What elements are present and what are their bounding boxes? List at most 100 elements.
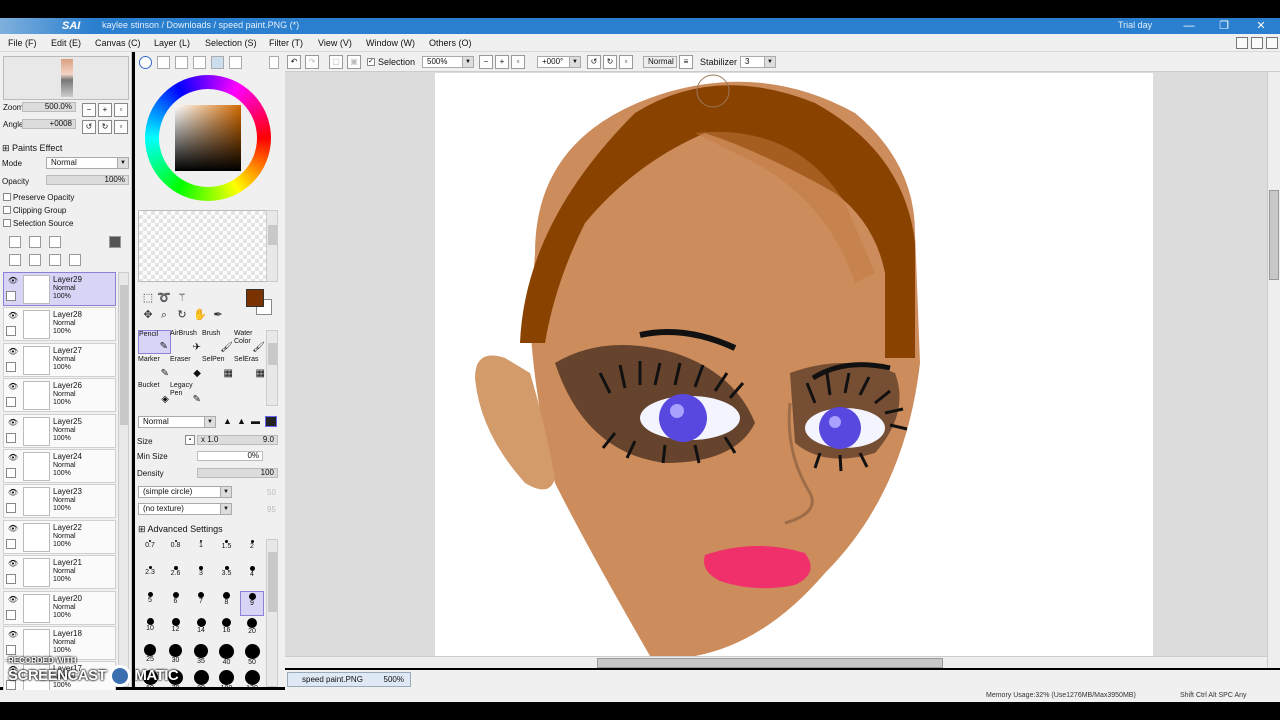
brush-size-preset[interactable]: 14 [189, 617, 213, 642]
density-slider[interactable]: 100 [197, 468, 278, 478]
magic-wand-icon[interactable]: ⚚ [175, 291, 189, 305]
paints-effect-header[interactable]: ⊞ Paints Effect [2, 143, 62, 154]
navigator-preview[interactable] [3, 56, 129, 100]
lock-icon[interactable] [6, 326, 16, 337]
layer-row[interactable]: 👁 Layer20 Normal 100% [3, 590, 116, 625]
canvas-vertical-scrollbar[interactable] [1267, 72, 1280, 668]
menu-window[interactable]: Window (W) [366, 38, 415, 48]
maximize-button[interactable]: ❐ [1209, 18, 1239, 34]
brush-size-preset[interactable]: 0.8 [164, 539, 188, 564]
rotate-left-button[interactable]: ↺ [82, 120, 96, 134]
rotate-reset-button[interactable]: ▫ [114, 120, 128, 134]
scratchpad-tab-icon[interactable] [229, 56, 242, 69]
document-tab[interactable]: speed paint.PNG 500% [287, 672, 411, 687]
menu-view[interactable]: View (V) [318, 38, 352, 48]
zoom-slider[interactable]: 500.0% [22, 102, 76, 112]
brush-size-preset[interactable]: 100 [215, 669, 239, 687]
lasso-icon[interactable]: ➰ [157, 291, 171, 305]
selection-visible-checkbox[interactable]: ✓ [367, 58, 375, 66]
collapse-arrow-icon[interactable] [269, 56, 279, 69]
layer-row[interactable]: 👁 Layer25 Normal 100% [3, 413, 116, 448]
brush-size-preset[interactable]: 50 [240, 643, 264, 668]
brush-size-preset[interactable]: 20 [240, 617, 264, 642]
hand-icon[interactable]: ✋ [193, 308, 207, 322]
layer-list-scrollbar[interactable] [118, 272, 129, 687]
undo-button[interactable]: ↶ [287, 55, 301, 69]
brush-size-preset[interactable]: 2 [240, 539, 264, 564]
saturation-value-square[interactable] [175, 105, 241, 171]
layer-row[interactable]: 👁 Layer26 Normal 100% [3, 378, 116, 413]
brush-size-preset[interactable]: 8 [215, 591, 239, 616]
clear-layer-icon[interactable] [49, 254, 61, 266]
brush-blend-select[interactable]: Normal ▼ [138, 416, 216, 428]
layer-list-scroll-thumb[interactable] [120, 285, 128, 425]
brush-size-preset[interactable]: 9 [240, 591, 264, 616]
scratchpad-scroll-thumb[interactable] [268, 225, 277, 245]
selection-source-checkbox[interactable] [3, 219, 11, 227]
merge-down-icon[interactable] [29, 254, 41, 266]
brush-tool-legacy-pen[interactable]: Legacy Pen ✎ [170, 382, 203, 406]
color-palette-tab-icon[interactable] [193, 56, 206, 69]
lock-icon[interactable] [6, 432, 16, 443]
lock-icon[interactable] [6, 538, 16, 549]
brush-edge-square-icon[interactable] [265, 416, 277, 427]
brush-grid-scrollbar[interactable] [266, 330, 278, 406]
brush-size-preset[interactable]: 5 [138, 591, 162, 616]
eye-icon[interactable]: 👁 [6, 630, 20, 640]
new-layer-icon[interactable] [9, 236, 21, 248]
angle-slider[interactable]: +0008 [22, 119, 76, 129]
brush-tool-airbrush[interactable]: AirBrush ✈ [170, 330, 203, 354]
lock-icon[interactable] [6, 574, 16, 585]
layer-row[interactable]: 👁 Layer23 Normal 100% [3, 484, 116, 519]
brush-grid-scroll-thumb[interactable] [268, 343, 277, 365]
canvas-blend-select[interactable]: Normal [643, 56, 677, 68]
menu-filter[interactable]: Filter (T) [269, 38, 303, 48]
new-linework-layer-icon[interactable] [29, 236, 41, 248]
brush-size-preset[interactable]: 0.7 [138, 539, 162, 564]
canvas-vertical-scroll-thumb[interactable] [1269, 190, 1279, 280]
brush-edge-soft-icon[interactable]: ▲ [223, 416, 232, 426]
toolbar-zoom-in-button[interactable]: + [495, 55, 509, 69]
scratchpad[interactable] [138, 210, 271, 282]
brush-size-preset[interactable]: 12 [164, 617, 188, 642]
brush-size-preset[interactable]: 120 [240, 669, 264, 687]
eye-icon[interactable]: 👁 [6, 418, 20, 428]
zoom-select[interactable]: 500% ▼ [422, 56, 474, 68]
color-wheel[interactable] [145, 75, 271, 201]
zoom-in-button[interactable]: + [98, 103, 112, 117]
mdi-restore-button[interactable] [1251, 37, 1263, 49]
brush-size-scrollbar[interactable] [266, 539, 278, 687]
brush-tool-seleras[interactable]: SelEras ▦ [234, 356, 267, 380]
preserve-opacity-checkbox[interactable] [3, 193, 11, 201]
brush-size-preset[interactable]: 2.3 [138, 565, 162, 590]
brush-size-preset[interactable]: 6 [164, 591, 188, 616]
lock-icon[interactable] [6, 645, 16, 655]
hsv-sliders-tab-icon[interactable] [175, 56, 188, 69]
brush-size-preset[interactable]: 40 [215, 643, 239, 668]
eye-icon[interactable]: 👁 [6, 559, 20, 569]
eyedropper-icon[interactable]: ✒ [211, 308, 225, 322]
size-slider[interactable]: x 1.0 9.0 [197, 435, 278, 445]
layer-row[interactable]: 👁 Layer27 Normal 100% [3, 342, 116, 377]
lock-icon[interactable] [6, 397, 16, 408]
eye-icon[interactable]: 👁 [6, 311, 20, 321]
brush-shape-buttons[interactable]: ▲ ▲ ▬ [221, 416, 278, 428]
brush-tool-pencil[interactable]: Pencil ✎ [138, 330, 171, 354]
brush-tool-marker[interactable]: Marker ✎ [138, 356, 171, 380]
move-icon[interactable]: ✥ [141, 308, 155, 322]
eye-icon[interactable]: 👁 [6, 276, 20, 286]
size-range-button[interactable]: ▪ [185, 435, 195, 445]
flip-view-button[interactable]: ≡ [679, 55, 693, 69]
angle-select[interactable]: +000° ▼ [537, 56, 581, 68]
layer-row[interactable]: 👁 Layer21 Normal 100% [3, 555, 116, 590]
rect-select-icon[interactable]: ⬚ [141, 291, 155, 305]
swatches-tab-icon[interactable] [211, 56, 224, 69]
eye-icon[interactable]: 👁 [6, 595, 20, 605]
minimize-button[interactable]: — [1174, 18, 1204, 34]
primary-color-swatch[interactable] [246, 289, 264, 307]
brush-texture-select[interactable]: (no texture) ▼ [138, 503, 232, 515]
deselect-button[interactable]: ▢ [329, 55, 343, 69]
eye-icon[interactable]: 👁 [6, 524, 20, 534]
toolbar-zoom-reset-button[interactable]: ▫ [511, 55, 525, 69]
menu-selection[interactable]: Selection (S) [205, 38, 257, 48]
